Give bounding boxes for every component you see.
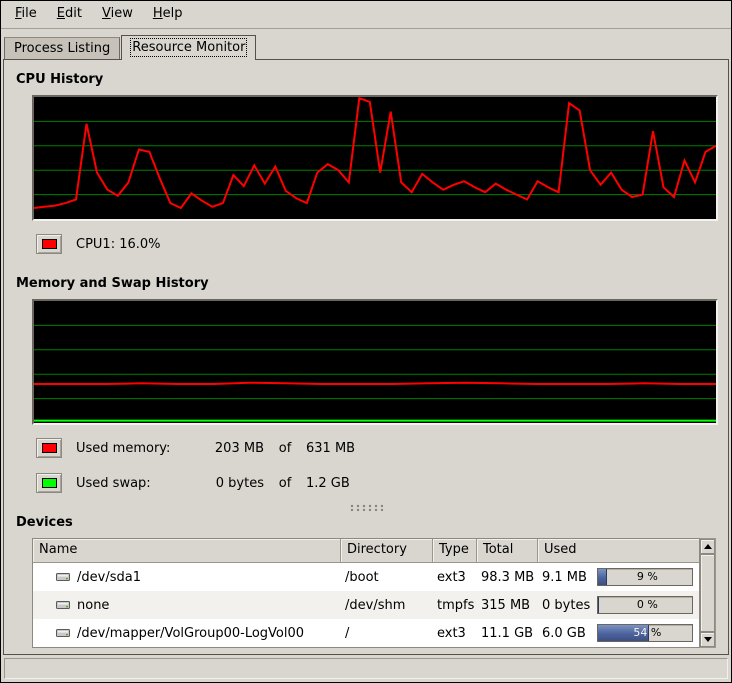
tab-strip: Process Listing Resource Monitor — [1, 29, 731, 59]
resource-monitor-page: CPU History CPU1: 16.0% Memory and Swap … — [3, 59, 729, 655]
device-type: ext3 — [433, 570, 477, 585]
swap-color-swatch — [42, 478, 57, 488]
usage-progressbar: 9 % 9 % — [597, 568, 693, 586]
device-used: 9.1 MB — [542, 570, 597, 585]
device-total: 315 MB — [477, 598, 538, 613]
scrollbar-thumb[interactable] — [700, 554, 715, 632]
cpu-legend-label: CPU1: 16.0% — [76, 237, 161, 252]
device-type: ext3 — [433, 626, 477, 641]
menu-view[interactable]: View — [92, 1, 143, 28]
memory-color-swatch — [42, 443, 57, 453]
column-header-directory[interactable]: Directory — [341, 539, 433, 563]
devices-scrollbar — [700, 538, 716, 648]
device-used: 6.0 GB — [542, 626, 597, 641]
memory-of-label: of — [264, 441, 306, 456]
device-name: none — [77, 598, 109, 613]
drive-icon — [55, 597, 71, 613]
swap-legend-row: Used swap: 0 bytes of 1.2 GB — [36, 471, 716, 495]
memory-legend-swatch — [36, 438, 62, 458]
swap-of-label: of — [264, 476, 306, 491]
pane-resize-grip[interactable] — [16, 501, 716, 513]
cpu-legend-swatch — [36, 234, 62, 254]
device-directory: / — [341, 626, 433, 641]
usage-progressbar: 0 % 0 % — [597, 596, 693, 614]
device-total: 98.3 MB — [477, 570, 538, 585]
usage-percent-label: 0 % — [598, 597, 696, 613]
cpu-history-title: CPU History — [16, 72, 716, 87]
device-total: 11.1 GB — [477, 626, 538, 641]
usage-percent-label: 9 % — [598, 569, 696, 585]
cpu-color-swatch — [42, 239, 57, 249]
cpu-graph-canvas — [34, 97, 716, 219]
device-type: tmpfs — [433, 598, 477, 613]
statusbar — [4, 658, 728, 679]
memory-legend-label: Used memory: — [76, 441, 198, 456]
memory-total-value: 631 MB — [306, 441, 355, 456]
memory-legend-row: Used memory: 203 MB of 631 MB — [36, 436, 716, 460]
scroll-up-button[interactable] — [700, 539, 715, 554]
drive-icon — [55, 625, 71, 641]
menu-help[interactable]: Help — [143, 1, 193, 28]
cpu-legend: CPU1: 16.0% — [36, 232, 716, 256]
scroll-down-button[interactable] — [700, 632, 715, 647]
column-header-total[interactable]: Total — [477, 539, 538, 563]
device-directory: /dev/shm — [341, 598, 433, 613]
column-header-used[interactable]: Used — [538, 539, 699, 563]
device-name: /dev/sda1 — [77, 570, 141, 585]
device-row-sda1[interactable]: /dev/sda1 /boot ext3 98.3 MB 9.1 MB 9 % … — [33, 563, 699, 591]
device-directory: /boot — [341, 570, 433, 585]
swap-legend-swatch — [36, 473, 62, 493]
menu-edit[interactable]: Edit — [47, 1, 92, 28]
devices-title: Devices — [16, 515, 716, 530]
drive-icon — [55, 569, 71, 585]
swap-used-value: 0 bytes — [198, 476, 264, 491]
device-row-none[interactable]: none /dev/shm tmpfs 315 MB 0 bytes 0 % 0… — [33, 591, 699, 619]
system-monitor-window: File Edit View Help Process Listing Reso… — [0, 0, 732, 683]
memory-swap-graph — [32, 299, 718, 425]
arrow-down-icon — [704, 637, 712, 642]
device-name: /dev/mapper/VolGroup00-LogVol00 — [77, 626, 304, 641]
column-header-name[interactable]: Name — [33, 539, 341, 563]
swap-legend-label: Used swap: — [76, 476, 198, 491]
device-row-volgroup[interactable]: /dev/mapper/VolGroup00-LogVol00 / ext3 1… — [33, 619, 699, 647]
memory-graph-canvas — [34, 301, 716, 423]
menu-file[interactable]: File — [5, 1, 47, 28]
arrow-up-icon — [704, 544, 712, 549]
menubar: File Edit View Help — [1, 1, 731, 29]
devices-table-area: Name Directory Type Total Used /dev/sda1… — [32, 538, 716, 648]
devices-table-header: Name Directory Type Total Used — [33, 539, 699, 563]
column-header-type[interactable]: Type — [433, 539, 477, 563]
device-used: 0 bytes — [542, 598, 597, 613]
usage-progressbar: 54 % 54 % — [597, 624, 693, 642]
grip-dots-icon — [349, 504, 383, 511]
memory-used-value: 203 MB — [198, 441, 264, 456]
swap-total-value: 1.2 GB — [306, 476, 350, 491]
tab-process-listing[interactable]: Process Listing — [4, 37, 120, 59]
tab-resource-monitor[interactable]: Resource Monitor — [121, 35, 256, 60]
memory-history-title: Memory and Swap History — [16, 276, 716, 291]
cpu-history-graph — [32, 95, 718, 221]
devices-table: Name Directory Type Total Used /dev/sda1… — [32, 538, 700, 648]
